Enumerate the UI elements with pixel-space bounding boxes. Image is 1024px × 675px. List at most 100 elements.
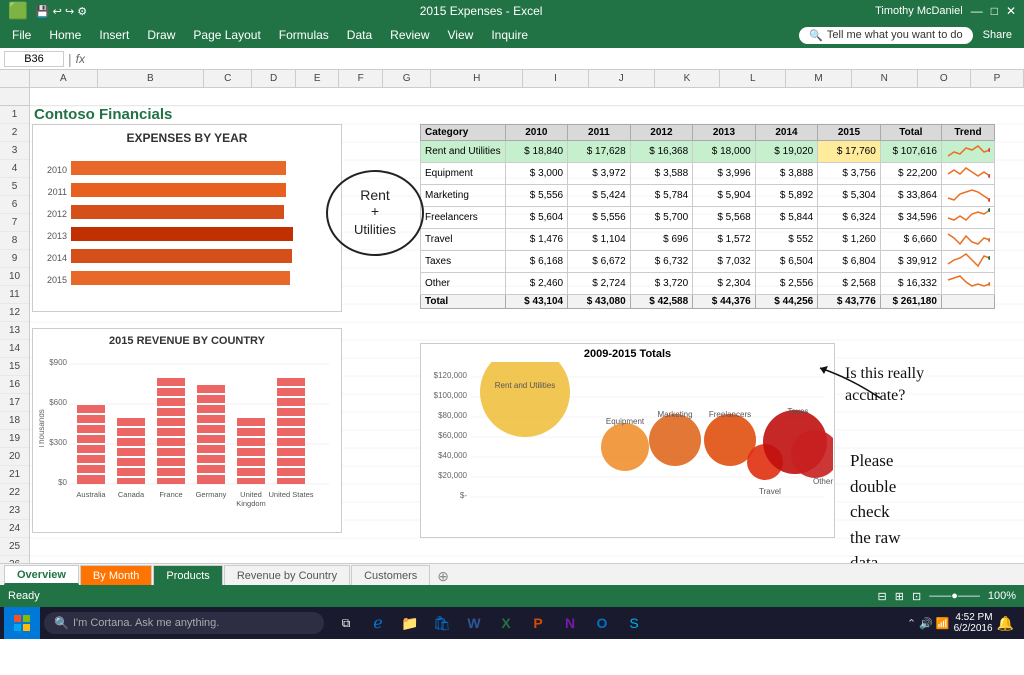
row-15[interactable]: 15 — [0, 358, 29, 376]
skype-icon[interactable]: S — [620, 609, 648, 637]
menu-review[interactable]: Review — [382, 26, 437, 44]
col-k[interactable]: K — [655, 70, 721, 87]
tell-me-box[interactable]: 🔍 Tell me what you want to do — [799, 27, 972, 44]
row-9[interactable]: 9 — [0, 250, 29, 268]
row-5[interactable]: 5 — [0, 178, 29, 196]
row-18[interactable]: 18 — [0, 412, 29, 430]
th-2012: 2012 — [630, 125, 693, 141]
row-20[interactable]: 20 — [0, 448, 29, 466]
menu-inquire[interactable]: Inquire — [483, 26, 536, 44]
outlook-icon[interactable]: O — [588, 609, 616, 637]
view-pagebreak-icon[interactable]: ⊡ — [912, 590, 921, 603]
view-layout-icon[interactable]: ⊞ — [895, 590, 904, 603]
col-i[interactable]: I — [523, 70, 589, 87]
share-button[interactable]: Share — [975, 27, 1020, 43]
row-12[interactable]: 12 — [0, 304, 29, 322]
row-7[interactable]: 7 — [0, 214, 29, 232]
svg-text:$0: $0 — [58, 478, 67, 487]
col-f[interactable]: F — [339, 70, 383, 87]
row-1[interactable]: 1 — [0, 106, 29, 124]
row-11[interactable]: 11 — [0, 286, 29, 304]
row-10[interactable]: 10 — [0, 268, 29, 286]
menu-draw[interactable]: Draw — [139, 26, 183, 44]
window-minimize[interactable]: — — [971, 4, 983, 18]
menu-file[interactable]: File — [4, 26, 39, 44]
row-numbers: 1 2 3 4 5 6 7 8 9 10 11 12 13 14 15 16 1… — [0, 88, 30, 563]
row-21[interactable]: 21 — [0, 466, 29, 484]
col-p[interactable]: P — [971, 70, 1024, 87]
table-row-travel: Travel $ 1,476 $ 1,104 $ 696 $ 1,572 $ 5… — [421, 229, 995, 251]
row-24[interactable]: 24 — [0, 520, 29, 538]
table-row-freelancers: Freelancers $ 5,604 $ 5,556 $ 5,700 $ 5,… — [421, 207, 995, 229]
bubble-svg: $120,000 $100,000 $80,000 $60,000 $40,00… — [425, 362, 833, 537]
task-view-button[interactable]: ⧉ — [332, 609, 360, 637]
menu-page-layout[interactable]: Page Layout — [185, 26, 268, 44]
powerpoint-icon[interactable]: P — [524, 609, 552, 637]
row-3[interactable]: 3 — [0, 142, 29, 160]
svg-text:Travel: Travel — [759, 487, 781, 496]
row-25[interactable]: 25 — [0, 538, 29, 556]
notifications-icon[interactable]: 🔔 — [997, 615, 1014, 632]
svg-text:$900: $900 — [49, 358, 67, 367]
start-button[interactable] — [4, 607, 40, 639]
row-22[interactable]: 22 — [0, 484, 29, 502]
th-2011: 2011 — [568, 125, 631, 141]
store-icon[interactable]: 🛍 — [428, 609, 456, 637]
col-o[interactable]: O — [918, 70, 971, 87]
view-normal-icon[interactable]: ⊟ — [878, 590, 887, 603]
tab-add-button[interactable]: ⊕ — [431, 568, 455, 585]
tab-revenue-country[interactable]: Revenue by Country — [224, 565, 350, 585]
th-2014: 2014 — [755, 125, 818, 141]
menu-data[interactable]: Data — [339, 26, 380, 44]
window-maximize[interactable]: □ — [991, 4, 998, 18]
tab-customers[interactable]: Customers — [351, 565, 430, 585]
row-6[interactable]: 6 — [0, 196, 29, 214]
col-n[interactable]: N — [852, 70, 918, 87]
tab-overview[interactable]: Overview — [4, 565, 79, 585]
menu-insert[interactable]: Insert — [91, 26, 137, 44]
zoom-level: 100% — [988, 590, 1016, 602]
row-13[interactable]: 13 — [0, 322, 29, 340]
formula-input[interactable] — [89, 53, 1020, 65]
col-g[interactable]: G — [383, 70, 431, 87]
col-m[interactable]: M — [786, 70, 852, 87]
menu-formulas[interactable]: Formulas — [271, 26, 337, 44]
row-16[interactable]: 16 — [0, 376, 29, 394]
row-26[interactable]: 26 — [0, 556, 29, 563]
col-d[interactable]: D — [252, 70, 296, 87]
col-b[interactable]: B — [98, 70, 204, 87]
col-h[interactable]: H — [431, 70, 523, 87]
menu-home[interactable]: Home — [41, 26, 89, 44]
explorer-icon[interactable]: 📁 — [396, 609, 424, 637]
tab-bymonth[interactable]: By Month — [80, 565, 152, 585]
name-box[interactable] — [4, 51, 64, 67]
cortana-search[interactable]: 🔍 I'm Cortana. Ask me anything. — [44, 612, 324, 634]
system-tray: ⌃ 🔊 📶 4:52 PM 6/2/2016 🔔 — [901, 612, 1020, 634]
tab-products[interactable]: Products — [153, 565, 222, 585]
col-e[interactable]: E — [296, 70, 340, 87]
svg-text:2015: 2015 — [47, 275, 67, 285]
col-j[interactable]: J — [589, 70, 655, 87]
row-8[interactable]: 8 — [0, 232, 29, 250]
row-17[interactable]: 17 — [0, 394, 29, 412]
col-l[interactable]: L — [720, 70, 786, 87]
window-close[interactable]: ✕ — [1006, 4, 1016, 18]
row-23[interactable]: 23 — [0, 502, 29, 520]
col-c[interactable]: C — [204, 70, 252, 87]
col-a[interactable]: A — [30, 70, 98, 87]
row-2[interactable]: 2 — [0, 124, 29, 142]
edge-icon[interactable]: ℯ — [364, 609, 392, 637]
svg-text:$43,080: $43,080 — [291, 186, 324, 196]
svg-text:United: United — [240, 490, 262, 499]
onenote-icon[interactable]: N — [556, 609, 584, 637]
excel-icon[interactable]: X — [492, 609, 520, 637]
th-total: Total — [880, 125, 941, 141]
row-4[interactable]: 4 — [0, 160, 29, 178]
word-icon[interactable]: W — [460, 609, 488, 637]
row-19[interactable]: 19 — [0, 430, 29, 448]
svg-text:Kingdom: Kingdom — [236, 499, 266, 508]
status-right: ⊟ ⊞ ⊡ ——●—— 100% — [878, 590, 1016, 603]
zoom-slider[interactable]: ——●—— — [929, 590, 980, 602]
menu-view[interactable]: View — [440, 26, 482, 44]
row-14[interactable]: 14 — [0, 340, 29, 358]
